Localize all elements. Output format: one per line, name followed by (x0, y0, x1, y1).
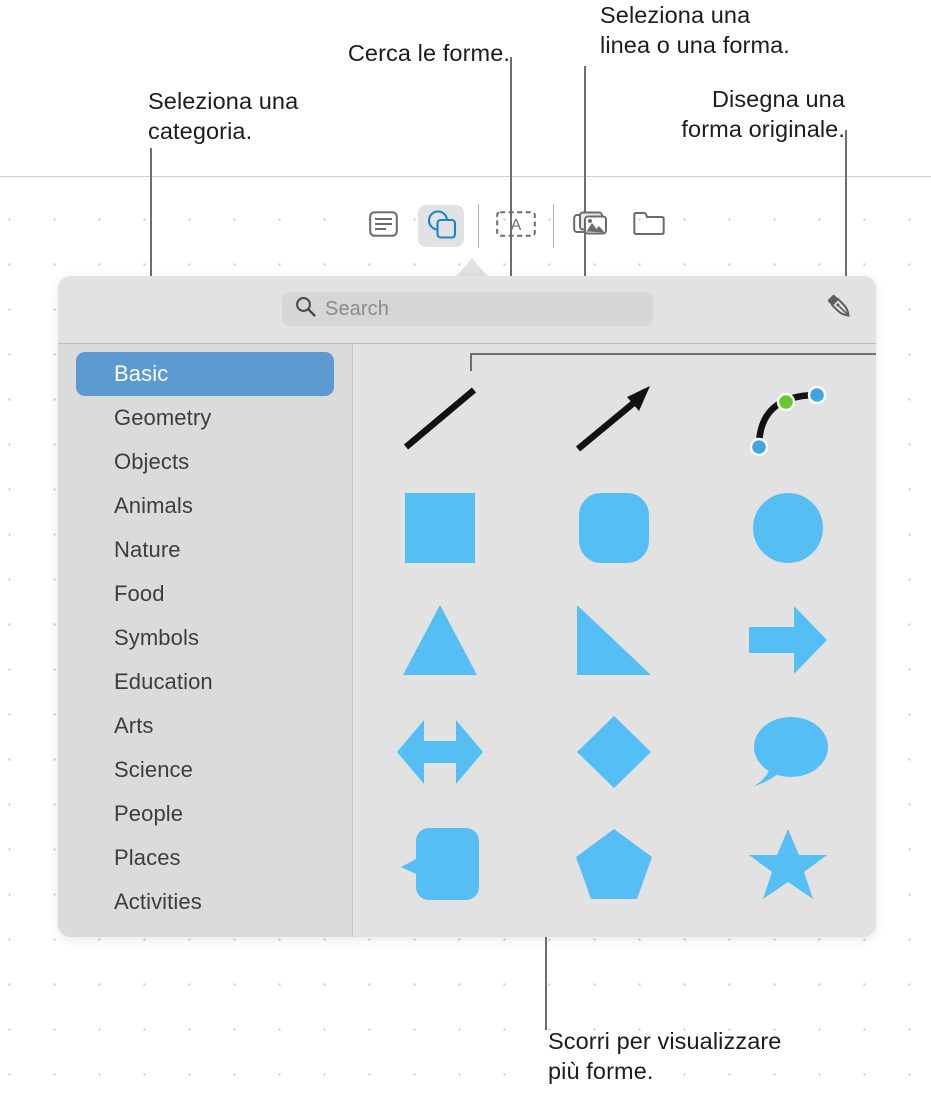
sidebar-item-nature[interactable]: Nature (76, 528, 334, 572)
popover-header: Search (58, 276, 876, 343)
shape-star[interactable] (701, 808, 875, 920)
search-placeholder: Search (325, 297, 389, 320)
popover-arrow (455, 258, 489, 278)
sidebar-item-label: Activities (114, 889, 202, 914)
toolbar-separator-1 (478, 204, 479, 248)
shape-rounded-square[interactable] (527, 472, 701, 584)
sidebar-item-geometry[interactable]: Geometry (76, 396, 334, 440)
sidebar-item-education[interactable]: Education (76, 660, 334, 704)
folder-icon (633, 211, 665, 242)
shapes-grid (353, 344, 876, 937)
leader-line-search (510, 57, 512, 312)
shape-triangle[interactable] (353, 584, 527, 696)
shape-square[interactable] (353, 472, 527, 584)
toolbar-spacer-1 (406, 226, 418, 227)
canvas-top-divider (0, 176, 931, 177)
insert-toolbar: A (360, 203, 730, 249)
sidebar-item-people[interactable]: People (76, 792, 334, 836)
shape-speech-bubble-rect[interactable] (353, 808, 527, 920)
text-art-icon: A (496, 210, 536, 242)
shape-line[interactable] (353, 362, 527, 474)
sidebar-item-label: Nature (114, 537, 181, 562)
shapes-icon (426, 209, 457, 244)
shape-right-arrow[interactable] (701, 584, 875, 696)
sidebar-item-animals[interactable]: Animals (76, 484, 334, 528)
callout-draw-original-shape: Disegna una forma originale. (681, 86, 845, 142)
sidebar-item-basic[interactable]: Basic (76, 352, 334, 396)
shape-pentagon[interactable] (527, 808, 701, 920)
shapes-popover: Search Basic Geometry Objects Animals Na… (58, 276, 876, 937)
callout-select-category: Seleziona una categoria. (148, 88, 299, 144)
sidebar-item-label: Animals (114, 493, 193, 518)
sidebar-item-label: Basic (114, 361, 169, 386)
shape-row (353, 696, 876, 808)
media-icon (573, 210, 609, 243)
shape-diamond[interactable] (527, 696, 701, 808)
svg-text:A: A (511, 217, 522, 234)
category-sidebar: Basic Geometry Objects Animals Nature Fo… (58, 344, 352, 937)
shape-speech-bubble-oval[interactable] (701, 696, 875, 808)
sidebar-item-label: Places (114, 845, 181, 870)
shape-circle[interactable] (701, 472, 875, 584)
sidebar-item-science[interactable]: Science (76, 748, 334, 792)
sidebar-item-label: Symbols (114, 625, 200, 650)
sidebar-item-food[interactable]: Food (76, 572, 334, 616)
shape-arrow-line[interactable] (527, 362, 701, 474)
text-box-icon (368, 210, 398, 242)
shape-row (353, 584, 876, 696)
toolbar-button-folder[interactable] (626, 205, 672, 247)
toolbar-button-text-art[interactable]: A (493, 205, 539, 247)
pen-nib-icon (825, 292, 855, 327)
sidebar-item-label: Science (114, 757, 193, 782)
sidebar-item-label: Geometry (114, 405, 212, 430)
sidebar-item-label: Food (114, 581, 165, 606)
callout-select-line-or-shape: Seleziona una linea o una forma. (600, 2, 790, 58)
shape-double-arrow[interactable] (353, 696, 527, 808)
shape-row (353, 472, 876, 584)
toolbar-button-media[interactable] (568, 205, 614, 247)
sidebar-item-label: Arts (114, 713, 154, 738)
sidebar-item-label: Education (114, 669, 213, 694)
toolbar-spacer-2 (614, 226, 626, 227)
sidebar-item-objects[interactable]: Objects (76, 440, 334, 484)
search-input[interactable]: Search (282, 292, 653, 326)
toolbar-separator-2 (553, 204, 554, 248)
sidebar-item-symbols[interactable]: Symbols (76, 616, 334, 660)
sidebar-item-label: People (114, 801, 184, 826)
toolbar-button-shapes[interactable] (418, 205, 464, 247)
shape-right-triangle[interactable] (527, 584, 701, 696)
shape-row (353, 362, 876, 474)
toolbar-button-text-box[interactable] (360, 205, 406, 247)
callout-search-shapes: Cerca le forme. (347, 40, 510, 66)
sidebar-item-activities[interactable]: Activities (76, 880, 334, 924)
callout-scroll-for-more-shapes: Scorri per visualizzare più forme. (548, 1028, 782, 1084)
search-icon (295, 296, 316, 322)
sidebar-item-arts[interactable]: Arts (76, 704, 334, 748)
sidebar-item-places[interactable]: Places (76, 836, 334, 880)
sidebar-item-label: Objects (114, 449, 190, 474)
draw-shape-button[interactable] (818, 288, 862, 330)
shape-curved-line[interactable] (701, 362, 875, 474)
shape-row (353, 808, 876, 920)
